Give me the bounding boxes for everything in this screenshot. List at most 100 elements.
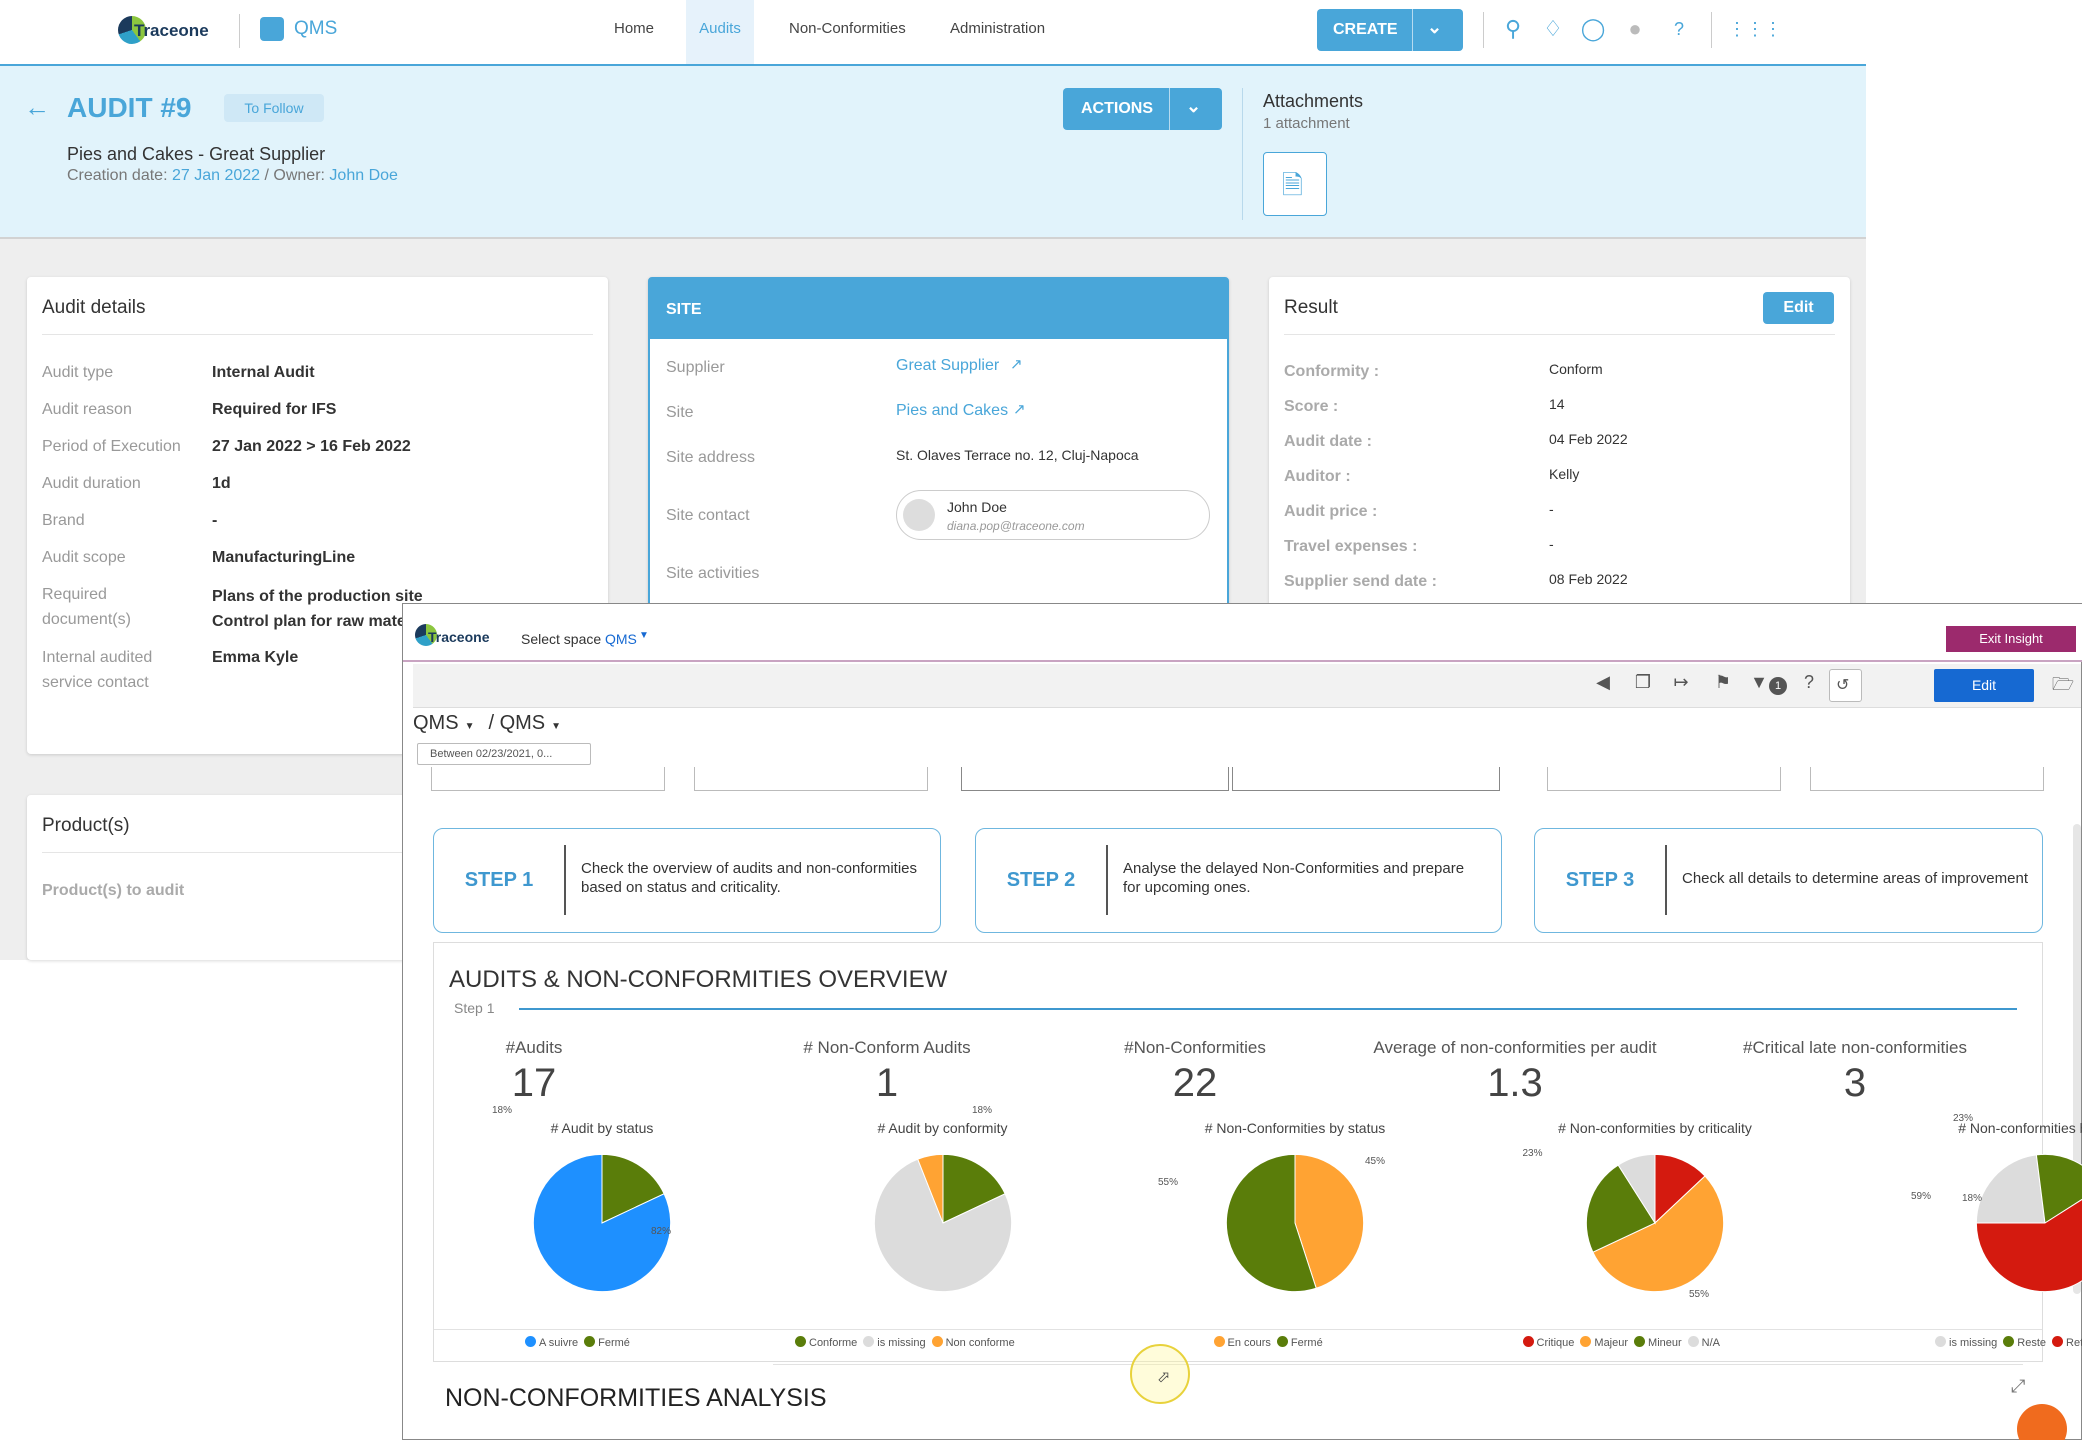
site-address: St. Olaves Terrace no. 12, Cluj-Napoca <box>896 447 1139 463</box>
filter-icon[interactable]: ▼ <box>1747 672 1771 693</box>
nav-audits[interactable]: Audits <box>686 0 754 64</box>
insight-toolbar: ◀ ❐ ↦ ⚑ ▼ 1 ? ↺ Edit 🗁 <box>413 664 2081 708</box>
card-title: Result <box>1284 297 1338 318</box>
legend-item[interactable]: Mineur <box>1628 1336 1682 1349</box>
contact-name: John Doe <box>947 499 1007 515</box>
nav-home[interactable]: Home <box>614 0 654 64</box>
bell-icon[interactable]: ♢ <box>1538 14 1568 44</box>
legend-swatch <box>1634 1336 1646 1347</box>
attachments-title: Attachments <box>1263 91 1364 111</box>
audit-type-filter[interactable] <box>694 767 928 791</box>
breadcrumb-item[interactable]: QMS <box>413 712 459 734</box>
caret-down-icon[interactable]: ▼ <box>465 721 475 732</box>
search-icon[interactable]: ⚲ <box>1498 14 1528 44</box>
nav-non-conformities[interactable]: Non-Conformities <box>789 0 919 64</box>
chevron-down-icon[interactable]: ⌄ <box>1186 96 1201 117</box>
help-icon[interactable]: ? <box>1797 672 1821 693</box>
supplier-link[interactable]: Great Supplier <box>896 357 999 375</box>
external-link-icon[interactable]: ↗ <box>1013 400 1026 418</box>
mouse-cursor-icon: ⬀ <box>1157 1369 1171 1386</box>
edit-button[interactable]: Edit <box>1763 292 1834 324</box>
result-label: Score : <box>1284 398 1339 415</box>
caret-down-icon[interactable]: ▼ <box>551 721 561 732</box>
pie-percent-label: 55% <box>1689 1289 1710 1300</box>
contact-chip[interactable]: John Doe diana.pop@traceone.com <box>896 490 1210 540</box>
megaphone-icon[interactable]: ◀ <box>1591 672 1615 693</box>
start-date-filter[interactable] <box>961 767 1229 791</box>
pie-slice[interactable] <box>1975 1154 2046 1224</box>
bookmark-icon[interactable]: ⚑ <box>1711 672 1735 693</box>
legend-item[interactable]: Conforme <box>789 1336 857 1349</box>
end-date-filter[interactable] <box>1232 767 1500 791</box>
legend-item[interactable]: is missing <box>1929 1336 1997 1349</box>
attachment-thumbnail[interactable]: 🗎 <box>1263 152 1327 216</box>
create-button[interactable]: CREATE ⌄ <box>1317 9 1463 51</box>
pie-svg <box>1975 1153 2082 1293</box>
chevron-down-icon[interactable]: ⌄ <box>1427 17 1442 38</box>
export-icon[interactable]: ↦ <box>1669 672 1693 693</box>
step-number: STEP 3 <box>1565 869 1635 891</box>
card-title: Product(s) <box>42 815 130 836</box>
divider <box>1665 845 1667 915</box>
pie-percent-label: 18% <box>1962 1193 1983 1204</box>
legend-item[interactable]: N/A <box>1682 1336 1720 1349</box>
legend-item[interactable]: Fermé <box>578 1336 630 1349</box>
legend-item[interactable]: is missing <box>857 1336 926 1349</box>
caret-down-icon[interactable]: ▼ <box>639 630 649 641</box>
pie-svg <box>873 1153 1012 1293</box>
chat-icon[interactable]: ◯ <box>1578 14 1608 44</box>
select-space-label: Select space <box>521 631 602 647</box>
edit-dashboard-button[interactable]: Edit <box>1934 669 2034 702</box>
chat-launcher-icon[interactable] <box>2017 1404 2067 1440</box>
pie-percent-label: 23% <box>1953 1113 1974 1124</box>
owner-link[interactable]: John Doe <box>329 167 398 184</box>
result-label: Supplier send date : <box>1284 573 1437 590</box>
legend-item[interactable]: Reste <box>1997 1336 2046 1349</box>
site-link[interactable]: Pies and Cakes <box>896 402 1008 420</box>
folder-icon[interactable]: 🗁 <box>2051 672 2075 702</box>
pie-chart: # Non-Conformities by status <box>1135 943 1455 1323</box>
detail-value: 27 Jan 2022 > 16 Feb 2022 <box>212 438 411 455</box>
legend-swatch <box>1213 1336 1225 1347</box>
actions-button[interactable]: ACTIONS ⌄ <box>1063 88 1222 130</box>
nc-status-filter[interactable] <box>1547 767 1781 791</box>
apps-grid-icon[interactable]: ⋮⋮⋮ <box>1728 14 1782 44</box>
divider <box>773 1364 2023 1365</box>
breadcrumb-item[interactable]: / QMS <box>488 712 545 734</box>
detail-label: service contact <box>42 674 149 691</box>
pie-chart: # Non-conformities by criticality <box>1495 943 1815 1323</box>
attachments-count: 1 attachment <box>1263 115 1350 132</box>
legend-item[interactable]: Non conforme <box>926 1336 1015 1349</box>
supplier-filter[interactable] <box>431 767 665 791</box>
nav-administration[interactable]: Administration <box>950 0 1060 64</box>
legend-item[interactable]: Majeur <box>1574 1336 1628 1349</box>
chart-legend: En cours Fermé <box>1208 1336 1323 1349</box>
top-navigation: Traceone QMS Home Audits Non-Conformitie… <box>0 0 1866 66</box>
nc-criticality-filter[interactable] <box>1810 767 2044 791</box>
external-link-icon[interactable]: ↗ <box>1010 355 1023 373</box>
divider <box>1242 88 1243 220</box>
legend-item[interactable]: Critique <box>1517 1336 1574 1349</box>
step-text: Check the overview of audits and non-con… <box>581 859 917 897</box>
help-icon[interactable]: ? <box>1664 14 1694 44</box>
user-avatar-icon[interactable]: ● <box>1620 14 1650 44</box>
exit-insight-button[interactable]: Exit Insight <box>1946 626 2076 652</box>
date-filter-chip[interactable]: Between 02/23/2021, 0... <box>417 743 591 765</box>
chart-title: # Non-Conformities by status <box>1204 1120 1386 1136</box>
space-select[interactable]: QMS <box>605 631 637 647</box>
back-arrow-icon[interactable]: ← <box>24 92 50 123</box>
detail-value: Emma Kyle <box>212 649 299 666</box>
card-title: Audit details <box>42 297 146 318</box>
chart-legend: Conforme is missing Non conforme <box>789 1336 1015 1349</box>
audit-subtitle: Pies and Cakes - Great Supplier <box>67 144 326 164</box>
legend-item[interactable]: Fermé <box>1271 1336 1323 1349</box>
copy-icon[interactable]: ❐ <box>1631 672 1655 693</box>
expand-icon[interactable]: ⤢ <box>2011 1376 2025 1397</box>
step-2-card: STEP 2 Analyse the delayed Non-Conformit… <box>975 828 1502 933</box>
legend-item[interactable]: A suivre <box>519 1336 578 1349</box>
app-name[interactable]: QMS <box>294 18 337 40</box>
history-button[interactable]: ↺ <box>1829 669 1862 702</box>
legend-item[interactable]: Retard <box>2046 1336 2082 1349</box>
detail-value: Plans of the production site <box>212 588 423 605</box>
legend-item[interactable]: En cours <box>1208 1336 1271 1349</box>
